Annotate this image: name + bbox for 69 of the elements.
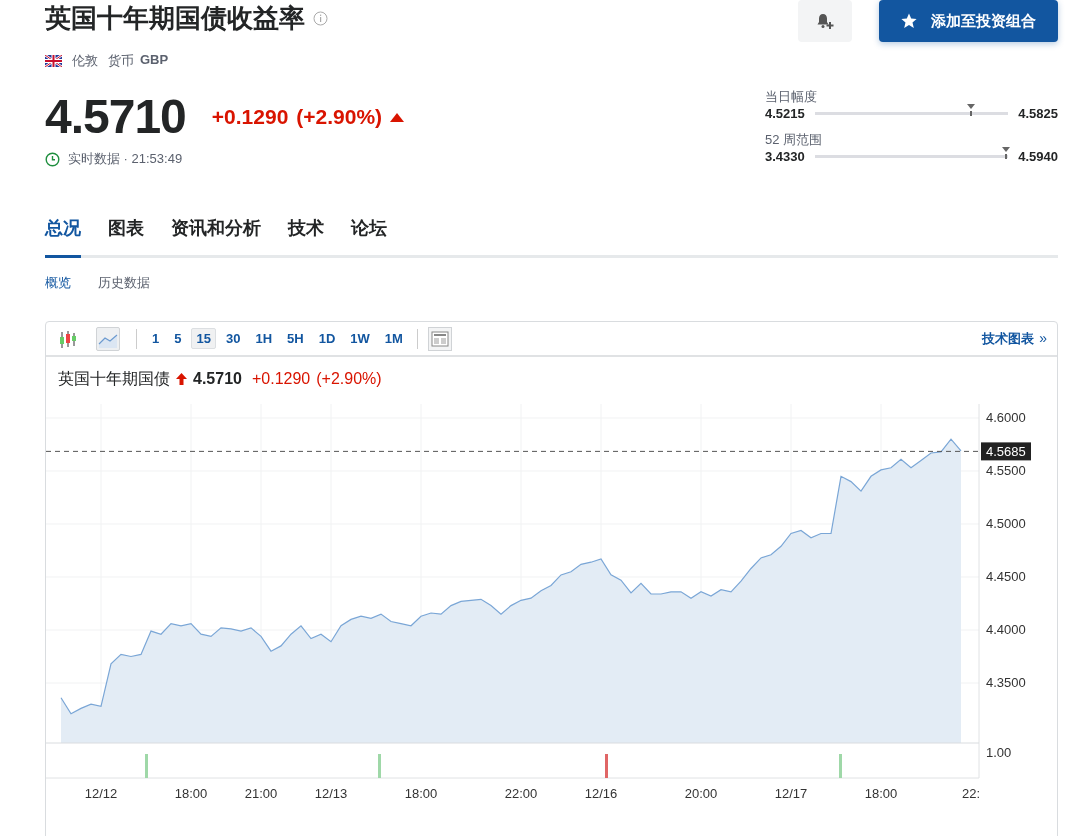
- range-high: 4.5825: [1018, 106, 1058, 121]
- interval-button[interactable]: 1W: [345, 328, 375, 349]
- range-label: 52 周范围: [765, 131, 824, 149]
- current-price-label: 4.5685: [981, 442, 1031, 461]
- alert-button[interactable]: [798, 0, 852, 42]
- currency-code: GBP: [140, 52, 169, 69]
- interval-button[interactable]: 1M: [379, 328, 408, 349]
- flag-icon: [45, 55, 62, 67]
- volume-axis-label: 1.00: [986, 745, 1012, 760]
- x-axis-label: 18:00: [864, 786, 898, 801]
- clock-icon: [45, 151, 60, 167]
- interval-button[interactable]: 15: [191, 328, 216, 349]
- x-axis-label: 21:00: [244, 786, 278, 801]
- area-chart-icon: [98, 333, 118, 348]
- chart-type-button[interactable]: [96, 326, 120, 351]
- x-axis-label: 18:00: [404, 786, 438, 801]
- price-value: 4.5710: [45, 90, 186, 144]
- y-axis-label: 4.3500: [986, 675, 1026, 690]
- nav-tab[interactable]: 资讯和分析: [171, 216, 261, 258]
- interval-button[interactable]: 5H: [282, 328, 309, 349]
- y-axis-label: 4.5000: [986, 516, 1026, 531]
- page-title: 英国十年期国债收益率: [45, 2, 305, 34]
- currency-label: 货币: [108, 52, 134, 70]
- nav-tab[interactable]: 图表: [108, 216, 144, 258]
- y-axis-label: 4.4000: [986, 622, 1026, 637]
- add-to-portfolio-button[interactable]: 添加至投资组合: [879, 0, 1058, 42]
- nav-tab[interactable]: 技术: [288, 216, 324, 258]
- range-low: 4.5215: [765, 106, 805, 121]
- y-axis-label: 4.4500: [986, 569, 1026, 584]
- sub-tab[interactable]: 历史数据: [98, 274, 150, 292]
- location-text: 伦敦: [72, 52, 98, 70]
- y-axis-label: 4.6000: [986, 410, 1026, 425]
- layout-button[interactable]: [427, 326, 452, 351]
- sub-tab[interactable]: 概览: [45, 274, 71, 292]
- interval-button[interactable]: 1D: [313, 328, 341, 349]
- star-icon: [901, 13, 917, 29]
- legend-change: +0.1290: [251, 370, 311, 388]
- range-low: 3.4330: [765, 149, 805, 164]
- bell-plus-icon: [816, 12, 834, 30]
- interval-button[interactable]: 1: [147, 328, 165, 349]
- range-high: 4.5940: [1018, 149, 1058, 164]
- range-label: 当日幅度: [765, 88, 818, 106]
- price-change-percent: (+2.90%): [296, 105, 383, 129]
- ref-line-label: 4.5685: [986, 444, 1026, 460]
- nav-tab[interactable]: 总况: [45, 216, 81, 258]
- layout-icon: [430, 330, 449, 347]
- x-axis-label: 12/16: [584, 786, 618, 801]
- legend-change-percent: (+2.90%): [316, 370, 382, 388]
- x-axis-label: 20:00: [684, 786, 718, 801]
- up-triangle-icon: [390, 112, 405, 122]
- candlestick-icon: [60, 330, 76, 348]
- interval-button[interactable]: 1H: [250, 328, 278, 349]
- x-axis-label: 12/13: [314, 786, 348, 801]
- y-axis-label: 4.5500: [986, 463, 1026, 478]
- nav-tab[interactable]: 论坛: [351, 216, 387, 258]
- interval-button[interactable]: 30: [220, 328, 246, 349]
- technical-chart-link[interactable]: 技术图表 »: [982, 329, 1047, 348]
- info-icon[interactable]: [313, 10, 328, 26]
- x-axis-label: 18:00: [174, 786, 208, 801]
- up-arrow-icon: [176, 373, 187, 385]
- price-change: +0.1290: [211, 105, 289, 129]
- realtime-status: 实时数据 · 21:53:49: [68, 150, 183, 168]
- interval-button[interactable]: 5: [169, 328, 187, 349]
- x-axis-label: 12/12: [84, 786, 118, 801]
- x-axis-label: 12/17: [774, 786, 808, 801]
- x-axis-label: 22:00: [504, 786, 538, 801]
- legend-name: 英国十年期国债: [58, 368, 170, 389]
- legend-price: 4.5710: [193, 370, 242, 388]
- x-axis-label: 22:: [961, 786, 981, 801]
